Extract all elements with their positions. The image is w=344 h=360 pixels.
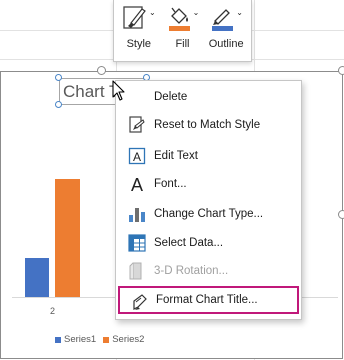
bar-series1-cat2[interactable] bbox=[25, 258, 49, 297]
title-selection-handle[interactable] bbox=[55, 101, 62, 108]
svg-text:A: A bbox=[133, 150, 141, 164]
style-button-label: Style bbox=[126, 38, 152, 50]
chart-legend[interactable]: Series1 Series2 bbox=[55, 334, 144, 345]
chart-style-brush-icon bbox=[122, 4, 148, 32]
reset-style-icon bbox=[128, 116, 146, 134]
menu-item-reset-to-match-style[interactable]: Reset to Match Style bbox=[116, 111, 301, 139]
pen-outline-icon bbox=[209, 4, 235, 32]
mouse-pointer-icon bbox=[112, 80, 126, 102]
mini-toolbar: ⌄ Style ⌄ Fill ⌄ Outline bbox=[113, 0, 252, 62]
context-menu: Delete Reset to Match Style A Edit Text … bbox=[115, 80, 302, 320]
chart-resize-handle-top[interactable] bbox=[97, 66, 106, 75]
legend-item-series1: Series1 bbox=[55, 334, 96, 345]
paint-bucket-icon bbox=[166, 4, 192, 32]
menu-item-edit-text[interactable]: A Edit Text bbox=[116, 142, 301, 170]
menu-item-delete[interactable]: Delete bbox=[116, 83, 301, 111]
3d-rotation-icon bbox=[128, 262, 146, 280]
change-chart-type-icon bbox=[128, 205, 146, 223]
category-tick-label: 2 bbox=[50, 306, 56, 316]
menu-item-font[interactable]: A Font... bbox=[116, 170, 301, 198]
menu-item-label: Edit Text bbox=[154, 150, 198, 162]
menu-item-label: 3-D Rotation... bbox=[154, 265, 229, 277]
chevron-down-icon: ⌄ bbox=[192, 8, 200, 17]
legend-swatch bbox=[103, 336, 110, 343]
menu-item-label: Change Chart Type... bbox=[154, 208, 264, 220]
bar-series2-cat2[interactable] bbox=[55, 179, 80, 297]
menu-item-format-chart-title[interactable]: Format Chart Title... bbox=[118, 286, 299, 314]
select-data-icon bbox=[128, 234, 146, 252]
chevron-down-icon: ⌄ bbox=[236, 8, 243, 17]
menu-item-select-data[interactable]: Select Data... bbox=[116, 229, 301, 257]
font-icon: A bbox=[128, 175, 146, 195]
menu-item-label: Font... bbox=[154, 178, 187, 190]
title-selection-handle[interactable] bbox=[55, 74, 62, 81]
fill-button-label: Fill bbox=[175, 38, 190, 50]
edit-text-icon: A bbox=[128, 147, 146, 165]
menu-item-3d-rotation[interactable]: 3-D Rotation... bbox=[116, 257, 301, 285]
style-button[interactable]: ⌄ Style bbox=[118, 4, 160, 61]
legend-label: Series1 bbox=[64, 334, 97, 345]
chart-resize-handle-top-right[interactable] bbox=[338, 66, 344, 75]
format-chart-title-icon bbox=[130, 293, 148, 311]
chart-resize-handle-right[interactable] bbox=[338, 210, 344, 219]
legend-item-series2: Series2 bbox=[103, 334, 144, 345]
legend-swatch bbox=[55, 336, 61, 343]
menu-item-label: Select Data... bbox=[154, 237, 224, 249]
menu-item-change-chart-type[interactable]: Change Chart Type... bbox=[116, 200, 301, 228]
chevron-down-icon: ⌄ bbox=[148, 8, 156, 17]
svg-text:A: A bbox=[131, 175, 143, 193]
menu-item-label: Delete bbox=[154, 91, 188, 103]
legend-label: Series2 bbox=[112, 334, 145, 345]
outline-button[interactable]: ⌄ Outline bbox=[205, 4, 247, 61]
menu-item-label: Format Chart Title... bbox=[156, 294, 258, 306]
outline-button-label: Outline bbox=[208, 38, 244, 50]
menu-item-label: Reset to Match Style bbox=[154, 119, 261, 131]
fill-button[interactable]: ⌄ Fill bbox=[161, 4, 203, 61]
